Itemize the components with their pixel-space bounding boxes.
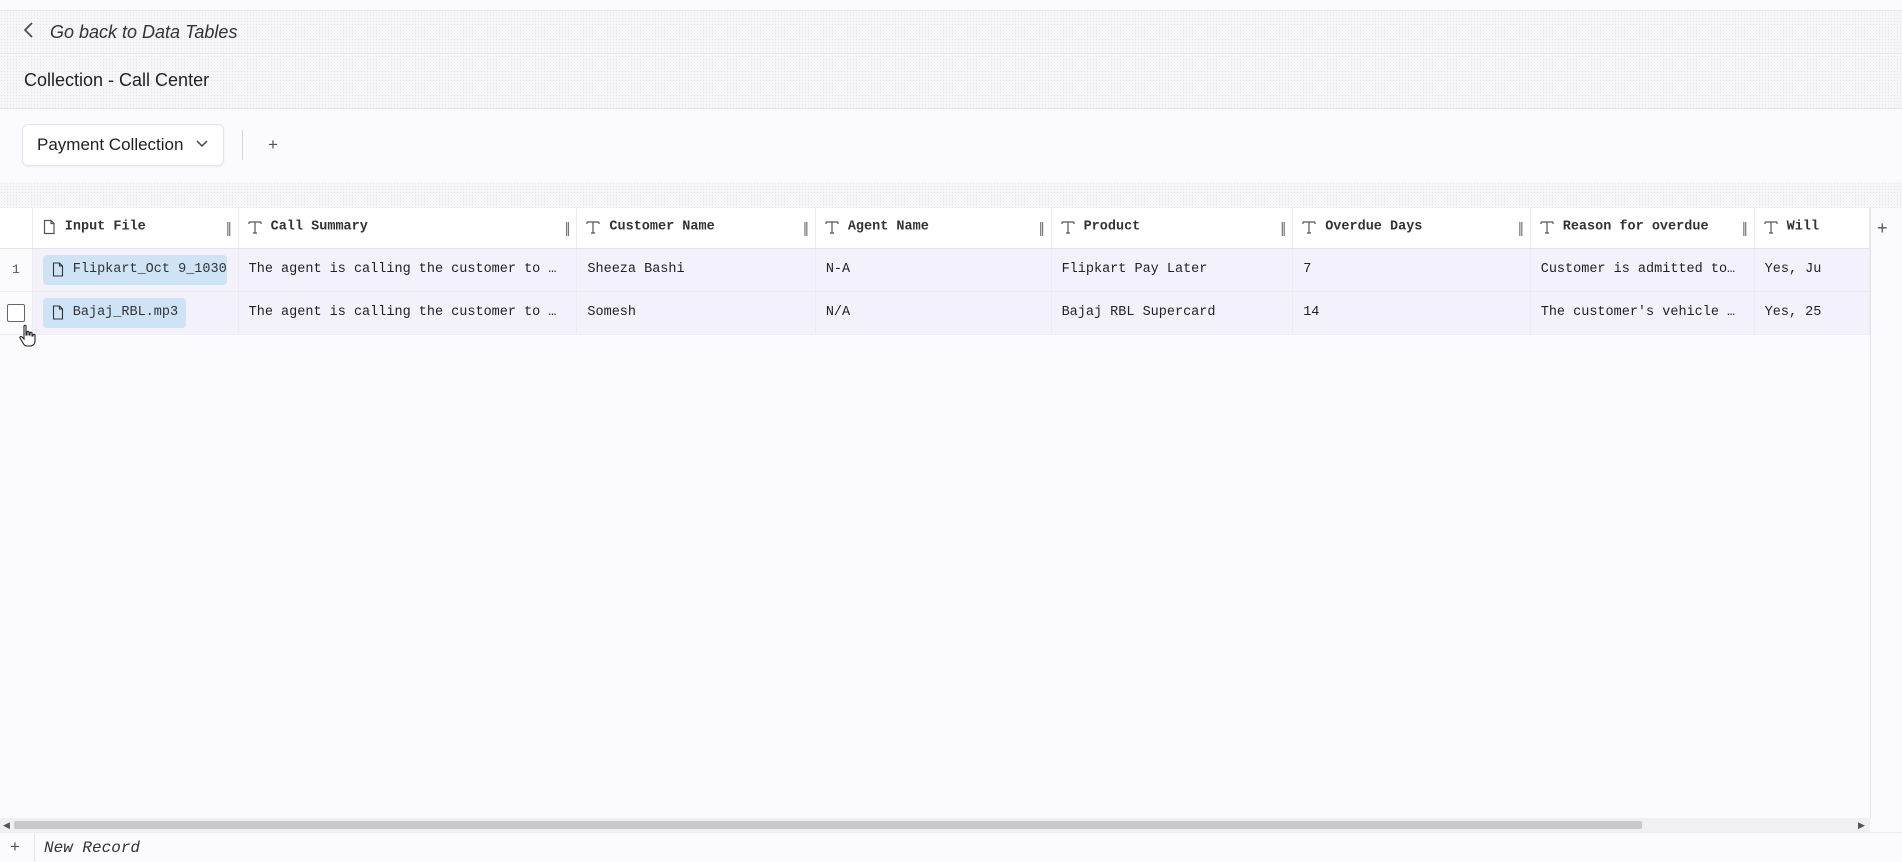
title-bar: Collection - Call Center: [0, 55, 1902, 109]
column-header-overdue-days[interactable]: Overdue Days ||: [1292, 208, 1531, 249]
scroll-left-icon[interactable]: ◀: [3, 820, 10, 831]
column-header-label: Agent Name: [847, 219, 929, 235]
column-resize-handle[interactable]: ||: [565, 220, 571, 237]
column-header-reason-for-overdue[interactable]: Reason for overdue ||: [1530, 208, 1755, 249]
column-header-label: Reason for overdue: [1562, 219, 1709, 235]
cell-call-summary[interactable]: The agent is calling the customer to …: [238, 291, 578, 335]
text-type-icon: [1060, 219, 1076, 235]
footer-bar: + New Record: [0, 832, 1902, 862]
add-record-icon[interactable]: +: [10, 837, 20, 857]
row-number-header: [0, 208, 33, 249]
column-header-label: Will: [1786, 219, 1820, 235]
column-header-will[interactable]: Will: [1754, 208, 1870, 249]
column-resize-handle[interactable]: ||: [1039, 220, 1045, 237]
cell-call-summary[interactable]: The agent is calling the customer to …: [238, 248, 578, 292]
column-resize-handle[interactable]: ||: [1280, 220, 1286, 237]
file-chip[interactable]: Flipkart_Oct 9_1030: [42, 254, 227, 285]
view-selector[interactable]: Payment Collection: [22, 124, 225, 166]
cell-overdue-days[interactable]: 7: [1292, 248, 1531, 292]
data-grid: Input File || Call Summary || Customer Nam…: [0, 208, 1870, 818]
add-column-button[interactable]: +: [1877, 218, 1888, 239]
new-record-button[interactable]: New Record: [44, 839, 140, 857]
cell-product[interactable]: Bajaj RBL Supercard: [1051, 291, 1294, 335]
cell-input-file[interactable]: Flipkart_Oct 9_1030: [32, 248, 239, 292]
cell-reason-for-overdue[interactable]: The customer's vehicle …: [1530, 291, 1755, 335]
header-row: Input File || Call Summary || Customer Nam…: [0, 208, 1870, 249]
file-icon: [52, 305, 63, 320]
file-chip-label: Bajaj_RBL.mp3: [72, 305, 179, 320]
scrollbar-thumb[interactable]: [14, 821, 1642, 829]
data-table: Input File || Call Summary || Customer Nam…: [0, 208, 1870, 335]
column-header-label: Product: [1083, 219, 1141, 235]
row-select-cell[interactable]: [0, 291, 33, 335]
cell-input-file[interactable]: Bajaj_RBL.mp3: [32, 291, 239, 335]
chevron-left-icon: [22, 21, 36, 44]
text-type-icon: [1539, 219, 1555, 235]
file-icon: [41, 219, 57, 235]
row-select-checkbox[interactable]: [6, 303, 25, 322]
column-resize-handle[interactable]: ||: [1518, 220, 1524, 237]
add-column-rail: [1870, 208, 1902, 818]
text-type-icon: [247, 219, 263, 235]
horizontal-scrollbar[interactable]: ◀ ▶: [0, 818, 1870, 832]
text-type-icon: [824, 219, 840, 235]
cell-overdue-days[interactable]: 14: [1292, 291, 1531, 335]
cell-will[interactable]: Yes, Ju: [1754, 248, 1870, 292]
cell-product[interactable]: Flipkart Pay Later: [1051, 248, 1294, 292]
column-header-product[interactable]: Product ||: [1051, 208, 1294, 249]
scroll-right-icon[interactable]: ▶: [1858, 820, 1865, 831]
cell-customer-name[interactable]: Somesh: [576, 291, 816, 335]
text-type-icon: [1763, 219, 1779, 235]
table-row[interactable]: Bajaj_RBL.mp3 The agent is calling the c…: [0, 291, 1870, 335]
column-resize-handle[interactable]: ||: [803, 220, 809, 237]
file-chip[interactable]: Bajaj_RBL.mp3: [42, 297, 187, 328]
view-bar: Payment Collection +: [0, 110, 1902, 182]
top-bar: Go back to Data Tables: [0, 10, 1902, 54]
text-type-icon: [1301, 219, 1317, 235]
cell-agent-name[interactable]: N-A: [815, 248, 1052, 292]
column-header-label: Call Summary: [270, 219, 368, 235]
column-header-input-file[interactable]: Input File ||: [32, 208, 239, 249]
row-number: 1: [0, 248, 33, 292]
column-resize-handle[interactable]: ||: [1742, 220, 1748, 237]
cell-agent-name[interactable]: N/A: [815, 291, 1052, 335]
column-header-label: Customer Name: [609, 219, 715, 235]
file-icon: [52, 262, 63, 277]
cell-will[interactable]: Yes, 25: [1754, 291, 1870, 335]
file-chip-label: Flipkart_Oct 9_1030: [72, 262, 227, 277]
text-type-icon: [585, 219, 601, 235]
view-selector-label: Payment Collection: [37, 135, 184, 154]
column-header-label: Input File: [64, 219, 146, 235]
cell-customer-name[interactable]: Sheeza Bashi: [576, 248, 816, 292]
page-title: Collection - Call Center: [24, 70, 210, 90]
add-view-button[interactable]: +: [268, 135, 278, 155]
toolbar-strip: [0, 182, 1902, 208]
column-header-label: Overdue Days: [1325, 219, 1423, 235]
footer-divider: [34, 833, 35, 862]
back-link[interactable]: Go back to Data Tables: [22, 21, 237, 44]
cell-reason-for-overdue[interactable]: Customer is admitted to…: [1530, 248, 1755, 292]
table-row[interactable]: 1 Flipkart_Oct 9_1030 The agent is calli…: [0, 248, 1870, 292]
view-divider: [242, 130, 243, 160]
column-resize-handle[interactable]: ||: [226, 220, 232, 237]
column-header-call-summary[interactable]: Call Summary ||: [238, 208, 578, 249]
back-link-label: Go back to Data Tables: [50, 22, 238, 42]
column-header-agent-name[interactable]: Agent Name ||: [815, 208, 1052, 249]
column-header-customer-name[interactable]: Customer Name ||: [576, 208, 816, 249]
chevron-down-icon: [183, 136, 209, 154]
